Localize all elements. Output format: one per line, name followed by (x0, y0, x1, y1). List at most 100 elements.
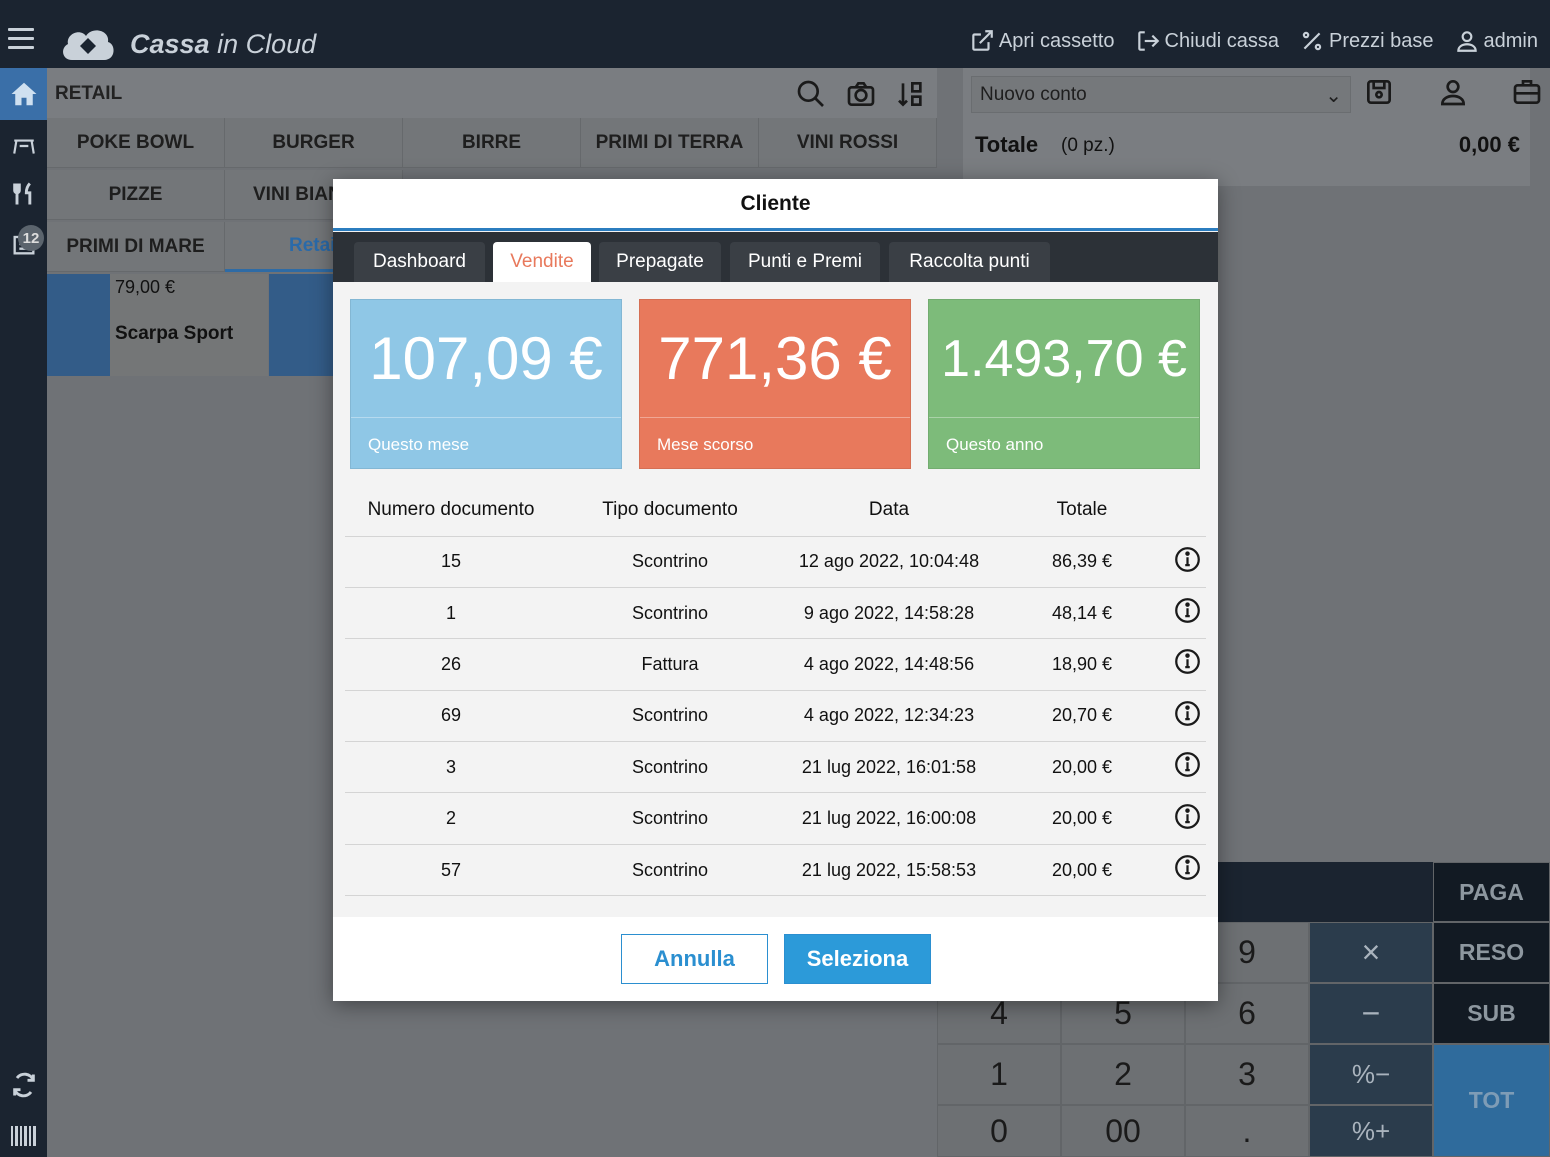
stat-label: Mese scorso (640, 417, 910, 470)
total-label: Totale (975, 132, 1039, 157)
sales-table-scroll[interactable]: Numero documento Tipo documento Data Tot… (345, 484, 1206, 917)
column-header: Totale (995, 484, 1169, 537)
logout-icon (1137, 31, 1159, 51)
sync-icon (12, 1072, 35, 1098)
sales-stats: 107,09 € Questo mese 771,36 € Mese scors… (350, 299, 1201, 469)
table-cell: 57 (345, 844, 557, 897)
tab-raccolta-punti[interactable]: Raccolta punti (889, 242, 1050, 282)
table-cell: Scontrino (557, 792, 783, 845)
table-cell: 20,00 € (995, 741, 1169, 794)
table-cell: 20,00 € (995, 844, 1169, 897)
category-item[interactable]: POKE BOWL (47, 118, 225, 168)
category-item[interactable]: BIRRE (403, 118, 581, 168)
search-icon[interactable] (795, 78, 827, 110)
category-item[interactable]: PIZZE (47, 170, 225, 220)
nav-sync[interactable] (0, 1063, 47, 1107)
select-button[interactable]: Seleziona (784, 934, 931, 984)
table-row[interactable]: 3 Scontrino 21 lug 2022, 16:01:58 20,00 € (345, 741, 1206, 794)
account-select[interactable]: Nuovo conto ⌄ (971, 76, 1351, 113)
chevron-down-icon: ⌄ (1325, 85, 1342, 107)
info-icon (1175, 700, 1200, 726)
table-row[interactable]: 69 Scontrino 4 ago 2022, 12:34:23 20,70 € (345, 690, 1206, 743)
product-tile[interactable] (47, 274, 110, 376)
row-info-button[interactable] (1169, 741, 1206, 794)
table-cell: 21 lug 2022, 15:58:53 (783, 844, 995, 897)
modal-title: Cliente (333, 179, 1218, 231)
nav-tables[interactable] (0, 124, 47, 168)
cancel-button[interactable]: Annulla (621, 934, 768, 984)
table-row[interactable]: 1 Scontrino 9 ago 2022, 14:58:28 48,14 € (345, 587, 1206, 640)
table-row[interactable]: 57 Scontrino 21 lug 2022, 15:58:53 20,00 € (345, 844, 1206, 897)
nav-home[interactable] (0, 68, 47, 120)
table-icon (12, 139, 35, 154)
table-row[interactable]: 2 Scontrino 21 lug 2022, 16:00:08 20,00 € (345, 792, 1206, 845)
row-info-button[interactable] (1169, 638, 1206, 691)
tab-prepagate[interactable]: Prepagate (599, 242, 721, 282)
user-menu-button[interactable]: admin (1454, 28, 1538, 54)
info-icon (1175, 752, 1200, 778)
category-item[interactable]: BURGER (225, 118, 403, 168)
digit-key[interactable]: 3 (1185, 1044, 1309, 1105)
row-info-button[interactable] (1169, 536, 1206, 588)
digit-key[interactable]: 00 (1061, 1105, 1185, 1157)
sales-table: Numero documento Tipo documento Data Tot… (345, 484, 1206, 917)
barcode-icon (10, 1126, 36, 1146)
tab-dashboard[interactable]: Dashboard (354, 242, 485, 282)
nav-barcode[interactable] (0, 1114, 47, 1157)
stat-value: 771,36 € (658, 325, 892, 392)
close-register-button[interactable]: Chiudi cassa (1135, 28, 1280, 54)
percent-icon (1302, 31, 1322, 51)
multiply-key[interactable]: × (1309, 922, 1433, 983)
row-info-button[interactable] (1169, 690, 1206, 743)
customer-modal: Cliente Dashboard Vendite Prepagate Punt… (333, 179, 1218, 1001)
product-tile[interactable] (269, 274, 339, 376)
row-info-button[interactable] (1169, 792, 1206, 845)
minus-key[interactable]: − (1309, 983, 1433, 1044)
digit-key[interactable]: . (1185, 1105, 1309, 1157)
subtotal-key[interactable]: SUB (1433, 983, 1550, 1044)
category-item[interactable]: VINI ROSSI (759, 118, 937, 168)
table-row[interactable]: 26 Fattura 4 ago 2022, 14:48:56 18,90 € (345, 638, 1206, 691)
column-header: Numero documento (345, 484, 557, 537)
nav-restaurant[interactable] (0, 172, 47, 216)
table-cell: 3 (345, 741, 557, 794)
pay-key[interactable]: PAGA (1433, 862, 1550, 922)
digit-key[interactable]: 2 (1061, 1044, 1185, 1105)
save-icon[interactable] (1363, 76, 1395, 108)
hamburger-menu-icon[interactable] (8, 28, 34, 50)
customer-icon[interactable] (1437, 76, 1469, 108)
category-item[interactable]: PRIMI DI TERRA (581, 118, 759, 168)
total-key[interactable]: TOT (1433, 1044, 1550, 1157)
category-item[interactable]: PRIMI DI MARE (47, 222, 225, 272)
main-header: RETAIL (47, 68, 937, 118)
row-info-button[interactable] (1169, 587, 1206, 640)
close-register-label: Chiudi cassa (1164, 29, 1280, 52)
digit-key[interactable]: 1 (937, 1044, 1061, 1105)
table-cell: 1 (345, 587, 557, 640)
info-icon (1175, 546, 1200, 572)
tab-vendite[interactable]: Vendite (493, 242, 591, 282)
table-row[interactable]: 15 Scontrino 12 ago 2022, 10:04:48 86,39 € (345, 536, 1206, 588)
row-info-button[interactable] (1169, 844, 1206, 897)
product-name: Scarpa Sport (115, 323, 234, 344)
percent-plus-key[interactable]: %+ (1309, 1105, 1433, 1157)
tab-punti-premi[interactable]: Punti e Premi (730, 242, 880, 282)
table-cell: 86,39 € (995, 536, 1169, 588)
table-cell: Scontrino (557, 844, 783, 897)
table-cell: 12 ago 2022, 10:04:48 (783, 536, 995, 588)
stat-label: Questo mese (351, 417, 621, 470)
camera-icon[interactable] (845, 78, 877, 110)
digit-key[interactable]: 0 (937, 1105, 1061, 1157)
product-tile[interactable]: 79,00 € Scarpa Sport (110, 274, 268, 376)
sort-icon[interactable] (895, 78, 927, 110)
percent-minus-key[interactable]: %− (1309, 1044, 1433, 1105)
stat-value: 107,09 € (369, 325, 603, 392)
table-cell: Scontrino (557, 690, 783, 743)
briefcase-icon[interactable] (1511, 76, 1543, 108)
modal-tab-bar: Dashboard Vendite Prepagate Punti e Prem… (333, 232, 1218, 282)
fork-knife-icon (12, 182, 31, 205)
table-cell: 2 (345, 792, 557, 845)
open-drawer-button[interactable]: Apri cassetto (969, 28, 1115, 54)
base-prices-button[interactable]: Prezzi base (1299, 28, 1434, 54)
return-key[interactable]: RESO (1433, 922, 1550, 983)
